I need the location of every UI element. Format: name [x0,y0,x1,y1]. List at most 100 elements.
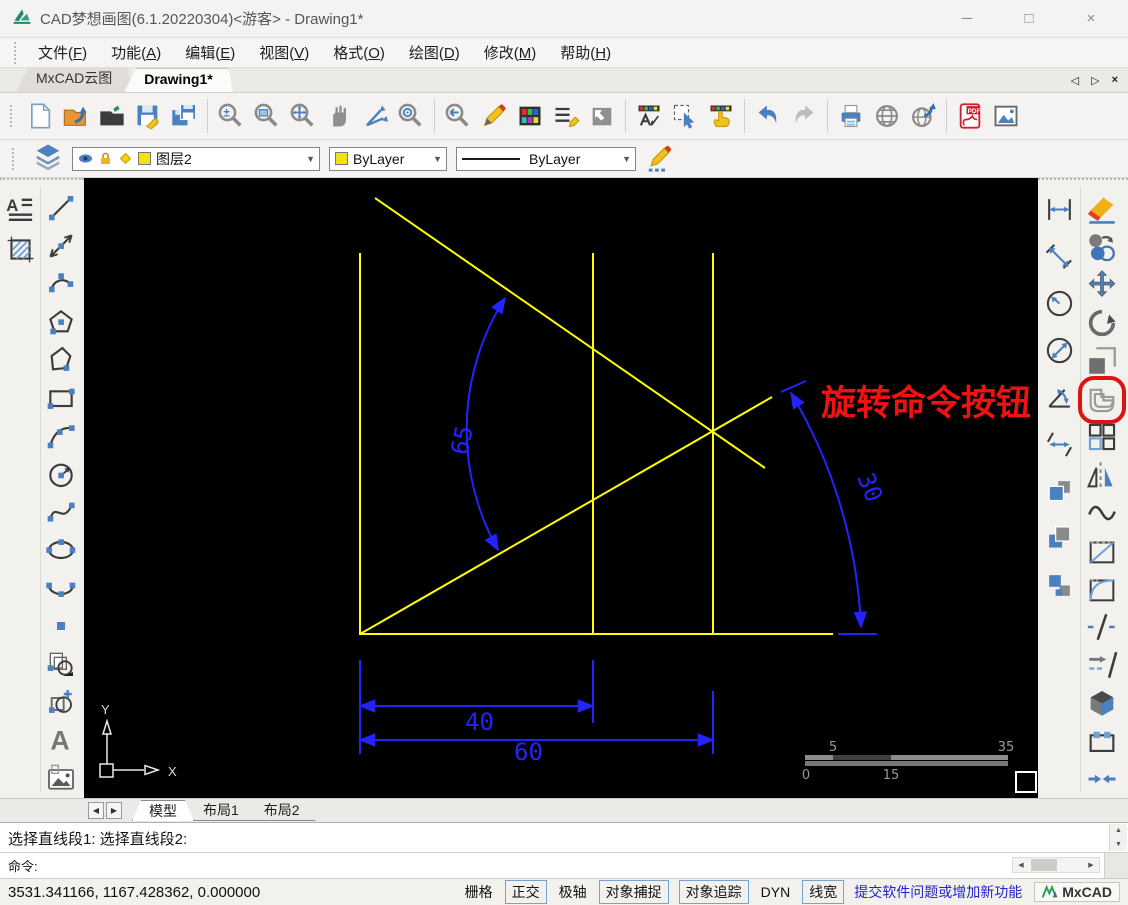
arc-3point-button[interactable] [45,420,77,452]
publish-web-button[interactable] [905,96,941,136]
linetype-manager-button[interactable] [548,96,584,136]
array-button[interactable] [1085,420,1119,454]
status-toggle-对象追踪[interactable]: 对象追踪 [678,880,749,904]
redo-button[interactable] [786,96,822,136]
mirror-button[interactable] [1085,458,1119,492]
erase-button[interactable] [1085,192,1119,226]
close-button[interactable]: × [1082,10,1100,27]
doc-tab-0[interactable]: MxCAD云图 [16,68,132,92]
scroll-up-icon[interactable]: ▲ [1110,824,1127,838]
image-file-button[interactable] [988,96,1024,136]
construction-line-button[interactable] [45,230,77,262]
zoom-window-button[interactable] [249,96,285,136]
point-button[interactable] [45,610,77,642]
resize-corner[interactable] [1104,853,1128,878]
status-toggle-正交[interactable]: 正交 [504,880,547,904]
layout-tab-1[interactable]: 布局1 [187,800,255,821]
copy-object-button[interactable] [1085,230,1119,264]
linetype-select[interactable]: ByLayer ▼ [456,146,636,171]
menu-a[interactable]: 功能(A) [99,41,173,66]
dim-radius-button[interactable] [1044,288,1075,319]
options-hand-button[interactable] [703,96,739,136]
circle-radius-button[interactable] [45,458,77,490]
layer-visible-icon[interactable] [78,151,93,166]
command-hscrollbar[interactable]: ◀ ▶ [1012,857,1100,873]
menu-o[interactable]: 格式(O) [321,41,397,66]
layout-tab-2[interactable]: 布局2 [248,800,316,821]
text-single-button[interactable]: A [45,724,77,756]
zoom-previous-button[interactable] [440,96,476,136]
image-insert-button[interactable] [45,762,77,794]
block-insert-button[interactable] [45,686,77,718]
dim-continue-button[interactable] [1044,429,1075,460]
spline-button[interactable] [45,496,77,528]
status-toggle-线宽[interactable]: 线宽 [802,880,845,904]
command-input-line[interactable]: 命令: ◀ ▶ [0,853,1128,878]
zoom-center-button[interactable] [393,96,429,136]
dim-aligned-button[interactable] [1044,241,1075,272]
stretch-button[interactable] [1085,724,1119,758]
model-prev-button[interactable]: ◀ [88,802,104,819]
toolbar-gripper[interactable] [14,41,18,64]
chamfer-button[interactable] [1085,534,1119,568]
break-button[interactable] [1085,610,1119,644]
pdf-export-button[interactable]: PDF [952,96,988,136]
fillet-button[interactable] [1085,572,1119,606]
web-globe-button[interactable] [869,96,905,136]
save-button[interactable] [130,96,166,136]
dim-diameter-button[interactable] [1044,335,1075,366]
scroll-left-icon[interactable]: ◀ [1013,861,1029,869]
ellipse-arc-button[interactable] [45,572,77,604]
ucs-axes-button[interactable] [357,96,393,136]
model-next-button[interactable]: ▶ [106,802,122,819]
dim-linear-button[interactable] [1044,194,1075,225]
mxcad-brand[interactable]: MxCAD [1034,882,1120,902]
scroll-down-icon[interactable]: ▼ [1110,837,1127,851]
command-history[interactable]: 选择直线段1: 选择直线段2: ▲ ▼ [0,823,1128,853]
layer-lock-icon[interactable] [98,151,113,166]
save-all-button[interactable] [166,96,202,136]
print-button[interactable] [833,96,869,136]
menu-d[interactable]: 绘图(D) [397,41,472,66]
color-palette-button[interactable] [512,96,548,136]
explode-button[interactable] [1085,686,1119,720]
menu-v[interactable]: 视图(V) [247,41,321,66]
status-toggle-对象捕捉[interactable]: 对象捕捉 [598,880,669,904]
draw-order-front-button[interactable] [1044,476,1075,507]
rotate-button[interactable] [1085,306,1119,340]
layer-manager-icon[interactable] [33,142,63,175]
status-toggle-极轴[interactable]: 极轴 [557,881,589,903]
menu-e[interactable]: 编辑(E) [173,41,247,66]
join-button[interactable] [1085,762,1119,796]
pan-hand-button[interactable] [321,96,357,136]
open-folder-button[interactable] [94,96,130,136]
extend-button[interactable] [1085,648,1119,682]
command-scrollbar[interactable]: ▲ ▼ [1109,824,1127,851]
toolbar-gripper[interactable] [10,105,14,127]
draw-pencil-button[interactable] [476,96,512,136]
dim-angular-button[interactable] [1044,382,1075,413]
feedback-link[interactable]: 提交软件问题或增加新功能 [854,882,1022,902]
draw-order-above-button[interactable] [1044,570,1075,601]
chevron-down-icon[interactable]: ▼ [618,148,635,170]
status-toggle-DYN[interactable]: DYN [759,883,793,901]
arc-button[interactable] [45,268,77,300]
menu-m[interactable]: 修改(M) [472,41,549,66]
open-web-folder-button[interactable] [58,96,94,136]
move-button[interactable] [1085,268,1119,302]
maximize-button[interactable]: □ [1020,10,1038,27]
match-properties-icon[interactable] [645,142,675,175]
zoom-extents-button[interactable] [285,96,321,136]
text-style-button[interactable] [631,96,667,136]
text-multiline-button[interactable]: A [5,194,36,225]
ellipse-button[interactable] [45,534,77,566]
rectangle-button[interactable] [45,382,77,414]
scale-button[interactable] [1085,344,1119,378]
doc-tab-1[interactable]: Drawing1* [124,68,232,92]
toolbar-gripper[interactable] [12,147,16,170]
select-entity-button[interactable] [667,96,703,136]
draw-order-back-button[interactable] [1044,523,1075,554]
polygon-irregular-button[interactable] [45,344,77,376]
layout-tab-0[interactable]: 模型 [132,800,194,821]
view-clip-button[interactable] [584,96,620,136]
